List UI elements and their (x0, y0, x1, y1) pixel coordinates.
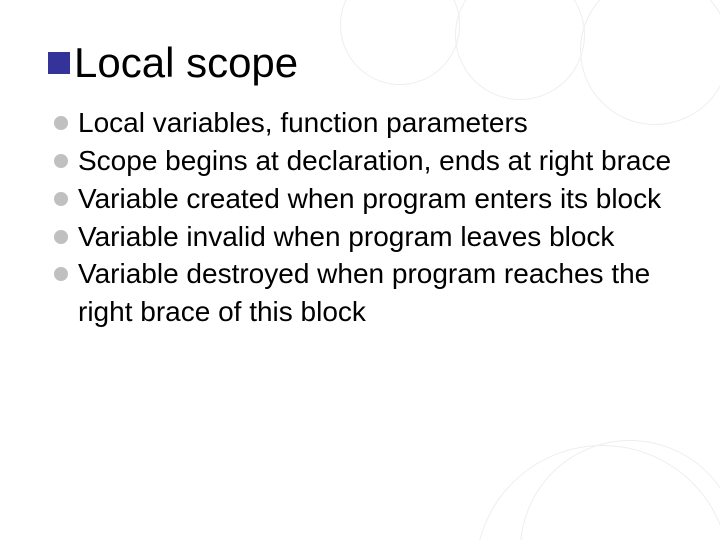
list-item-text: Variable created when program enters its… (78, 180, 672, 218)
slide-content: Local scope Local variables, function pa… (0, 0, 720, 331)
circle-bullet-icon (54, 154, 68, 168)
list-item-text: Local variables, function parameters (78, 104, 672, 142)
circle-bullet-icon (54, 267, 68, 281)
list-item-text: Variable invalid when program leaves blo… (78, 218, 672, 256)
list-item: Variable destroyed when program reaches … (54, 255, 672, 331)
list-item: Scope begins at declaration, ends at rig… (54, 142, 672, 180)
deco-circle-icon (475, 445, 720, 540)
heading-text: Local scope (74, 40, 298, 86)
list-item: Variable invalid when program leaves blo… (54, 218, 672, 256)
circle-bullet-icon (54, 116, 68, 130)
list-item: Variable created when program enters its… (54, 180, 672, 218)
circle-bullet-icon (54, 230, 68, 244)
list-item-text: Scope begins at declaration, ends at rig… (78, 142, 672, 180)
deco-circle-icon (520, 440, 720, 540)
list-item-text: Variable destroyed when program reaches … (78, 255, 672, 331)
bullet-list: Local variables, function parameters Sco… (48, 104, 672, 331)
square-bullet-icon (48, 52, 70, 74)
list-item: Local variables, function parameters (54, 104, 672, 142)
slide-heading: Local scope (48, 40, 672, 86)
circle-bullet-icon (54, 192, 68, 206)
